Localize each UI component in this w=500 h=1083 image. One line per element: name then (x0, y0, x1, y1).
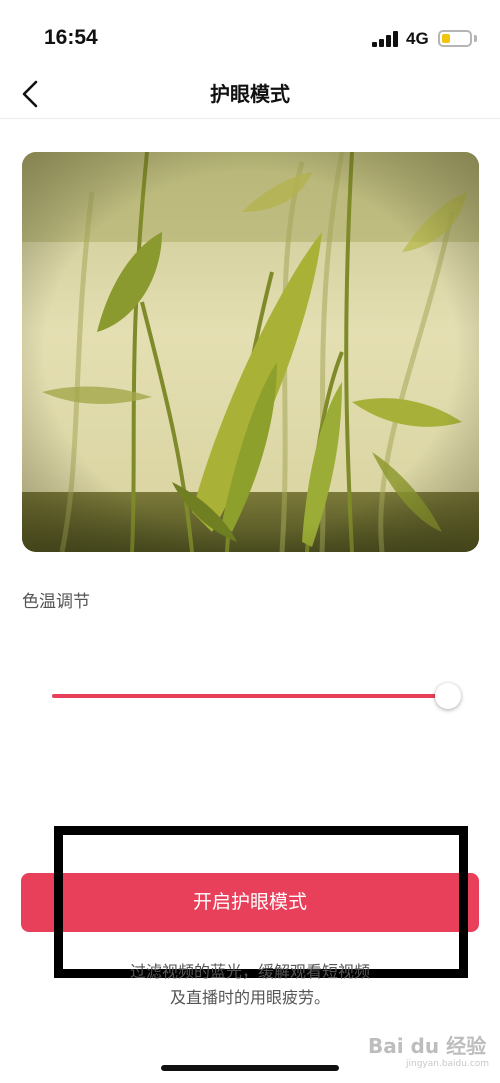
watermark-text: Bai du 经验 (368, 1034, 487, 1058)
preview-image (22, 152, 479, 552)
slider-fill (52, 694, 448, 698)
color-temperature-label: 色温调节 (22, 592, 90, 612)
home-indicator (161, 1065, 339, 1071)
battery-icon (438, 30, 472, 47)
signal-icon (372, 31, 402, 47)
battery-tip (474, 35, 477, 42)
description-line-2: 及直播时的用眼疲劳。 (169, 988, 330, 1007)
watermark-logo: Bai du 经验 jingyan.baidu.com (368, 1030, 489, 1069)
enable-eye-protection-button[interactable]: 开启护眼模式 (21, 873, 479, 932)
grass-photo (22, 152, 479, 552)
slider-thumb[interactable] (435, 683, 461, 709)
nav-bar: 护眼模式 (0, 70, 500, 119)
status-bar: 16:54 4G (0, 0, 500, 70)
description-line-1: 过滤视频的蓝光，缓解观看短视频 (129, 962, 370, 981)
watermark-subtext: jingyan.baidu.com (406, 1059, 490, 1069)
status-time: 16:54 (44, 26, 98, 49)
page-title: 护眼模式 (210, 82, 290, 106)
color-temperature-slider[interactable] (52, 676, 462, 716)
network-type: 4G (406, 29, 429, 48)
battery-level (442, 34, 450, 43)
